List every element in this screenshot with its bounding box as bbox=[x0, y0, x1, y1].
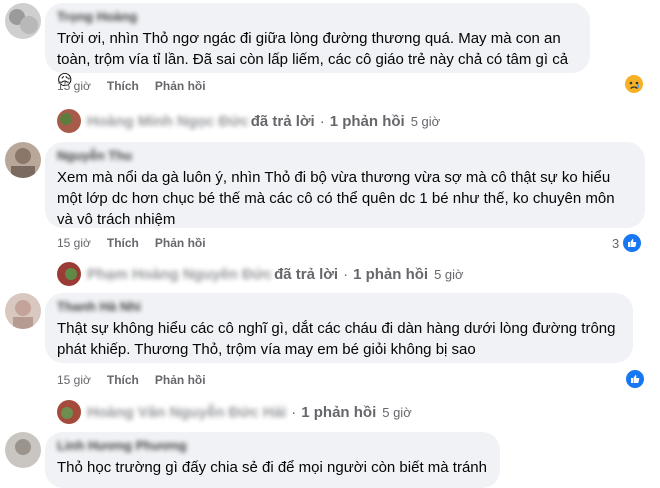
avatar[interactable] bbox=[5, 293, 41, 329]
view-replies-link[interactable]: Hoàng Minh Ngọc Đức đã trả lời · 1 phản … bbox=[57, 109, 440, 133]
comment-bubble: Thanh Hà Nhi Thật sự không hiểu các cô n… bbox=[45, 293, 633, 363]
sad-reaction-icon[interactable] bbox=[624, 74, 644, 99]
comment-text: Thật sự không hiểu các cô nghĩ gì, dắt c… bbox=[57, 320, 616, 358]
reaction-summary[interactable]: 3 bbox=[612, 232, 644, 254]
avatar[interactable] bbox=[5, 3, 41, 39]
comment-bubble: Nguyễn Thu Xem mà nổi da gà luôn ý, nhìn… bbox=[45, 142, 645, 228]
reply-count: 1 phản hồi bbox=[329, 112, 405, 130]
like-button[interactable]: Thích bbox=[107, 79, 139, 93]
replier-name: Hoàng Văn Nguyễn Đức Hải bbox=[87, 403, 287, 421]
reply-button[interactable]: Phản hồi bbox=[155, 236, 206, 250]
comment-text-body: Trời ơi, nhìn Thỏ ngơ ngác đi giữa lòng … bbox=[57, 30, 569, 68]
comment-text: Thỏ học trường gì đấy chia sẻ đi để mọi … bbox=[57, 459, 487, 476]
view-replies-link[interactable]: Phạm Hoàng Nguyên Đức đã trả lời · 1 phả… bbox=[57, 262, 464, 286]
reply-time: 5 giờ bbox=[382, 404, 412, 420]
replied-label: đã trả lời bbox=[274, 265, 339, 283]
like-button[interactable]: Thích bbox=[107, 373, 139, 387]
reply-count: 1 phản hồi bbox=[301, 403, 377, 421]
comment-author[interactable]: Trọng Hoàng bbox=[57, 9, 137, 25]
reply-time: 5 giờ bbox=[410, 113, 441, 129]
replier-avatar bbox=[57, 400, 81, 424]
comment-author[interactable]: Thanh Hà Nhi bbox=[57, 299, 141, 315]
separator-dot: · bbox=[343, 265, 349, 283]
replier-avatar bbox=[57, 262, 81, 286]
comment-actions: 15 giờ Thích Phản hồi bbox=[57, 79, 206, 93]
like-button[interactable]: Thích bbox=[107, 236, 139, 250]
comment-time[interactable]: 15 giờ bbox=[57, 373, 91, 387]
avatar[interactable] bbox=[5, 432, 41, 468]
comment-text: Xem mà nổi da gà luôn ý, nhìn Thỏ đi bộ … bbox=[57, 169, 615, 228]
replier-avatar bbox=[57, 109, 81, 133]
separator-dot: · bbox=[319, 112, 325, 130]
replied-label: đã trả lời bbox=[250, 112, 315, 130]
comment-actions: 15 giờ Thích Phản hồi bbox=[57, 373, 206, 387]
comment-actions: 15 giờ Thích Phản hồi bbox=[57, 236, 206, 250]
comment-bubble: Trọng Hoàng Trời ơi, nhìn Thỏ ngơ ngác đ… bbox=[45, 3, 590, 89]
reaction-count: 3 bbox=[612, 235, 620, 251]
reaction-summary[interactable] bbox=[624, 368, 646, 390]
comment-time[interactable]: 15 giờ bbox=[57, 79, 91, 93]
reply-time: 5 giờ bbox=[434, 266, 464, 282]
comment-time[interactable]: 15 giờ bbox=[57, 236, 91, 250]
replier-name: Hoàng Minh Ngọc Đức bbox=[87, 112, 249, 130]
avatar-image bbox=[5, 3, 41, 39]
comment-author[interactable]: Linh Hương Phương bbox=[57, 438, 187, 454]
separator-dot: · bbox=[291, 403, 297, 421]
comment-author[interactable]: Nguyễn Thu bbox=[57, 148, 132, 164]
replier-name: Phạm Hoàng Nguyên Đức bbox=[87, 265, 273, 283]
reply-count: 1 phản hồi bbox=[353, 265, 429, 283]
like-reaction-icon bbox=[621, 232, 644, 254]
like-reaction-icon bbox=[624, 368, 646, 390]
avatar[interactable] bbox=[5, 142, 41, 178]
view-replies-link[interactable]: Hoàng Văn Nguyễn Đức Hải · 1 phản hồi 5 … bbox=[57, 400, 412, 424]
reply-button[interactable]: Phản hồi bbox=[155, 373, 206, 387]
reply-button[interactable]: Phản hồi bbox=[155, 79, 206, 93]
